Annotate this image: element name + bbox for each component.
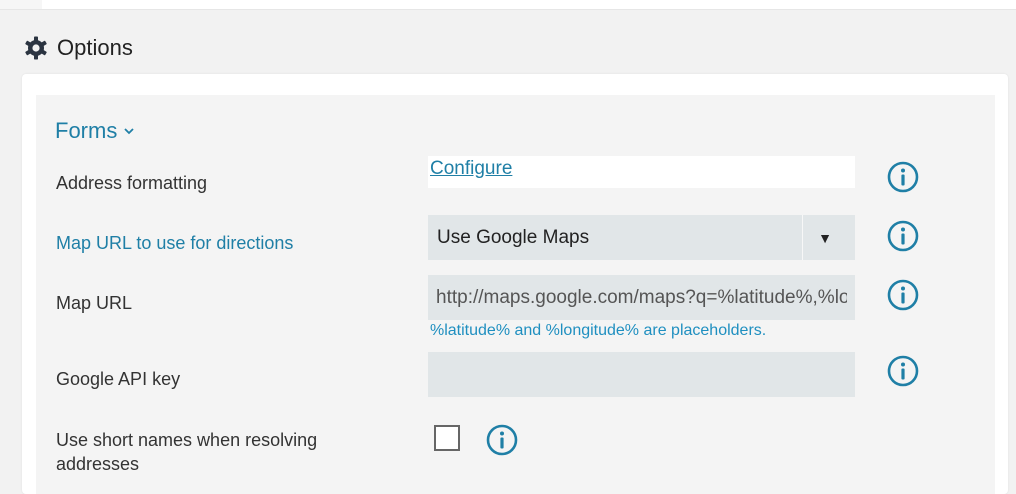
info-icon-use-short-names[interactable] bbox=[485, 423, 519, 457]
top-strip bbox=[0, 0, 1016, 10]
page-title: Options bbox=[57, 35, 133, 60]
top-strip-inner bbox=[42, 0, 1016, 9]
map-url-label: Map URL bbox=[56, 293, 133, 313]
forms-section-toggle[interactable]: Forms bbox=[55, 118, 135, 144]
map-url-directions-selected: Use Google Maps bbox=[437, 226, 590, 248]
use-short-names-checkbox[interactable] bbox=[434, 425, 460, 451]
options-header: Options bbox=[24, 28, 133, 68]
chevron-down-icon bbox=[124, 128, 134, 135]
use-short-names-label-line1: Use short names when resolving bbox=[56, 430, 318, 450]
use-short-names-label: Use short names when resolving addresses bbox=[56, 428, 317, 476]
map-url-directions-label: Map URL to use for directions bbox=[56, 233, 294, 253]
forms-section-title: Forms bbox=[55, 118, 118, 143]
map-url-input[interactable] bbox=[428, 275, 855, 320]
google-api-key-input[interactable] bbox=[428, 352, 855, 397]
configure-link[interactable]: Configure bbox=[430, 158, 512, 180]
gear-icon bbox=[25, 36, 47, 60]
info-icon-address-formatting[interactable] bbox=[886, 160, 920, 194]
info-icon-map-url-directions[interactable] bbox=[886, 219, 920, 253]
dropdown-arrow-icon: ▼ bbox=[818, 229, 832, 246]
info-icon-map-url[interactable] bbox=[886, 278, 920, 312]
select-separator bbox=[802, 215, 803, 260]
google-api-key-label: Google API key bbox=[56, 369, 181, 389]
map-url-directions-select[interactable]: Use Google Maps ▼ bbox=[428, 215, 855, 260]
use-short-names-label-line2: addresses bbox=[56, 454, 140, 474]
info-icon-google-api-key[interactable] bbox=[886, 354, 920, 388]
address-formatting-label: Address formatting bbox=[56, 173, 208, 193]
map-url-hint: %latitude% and %longitude% are placehold… bbox=[430, 322, 767, 339]
